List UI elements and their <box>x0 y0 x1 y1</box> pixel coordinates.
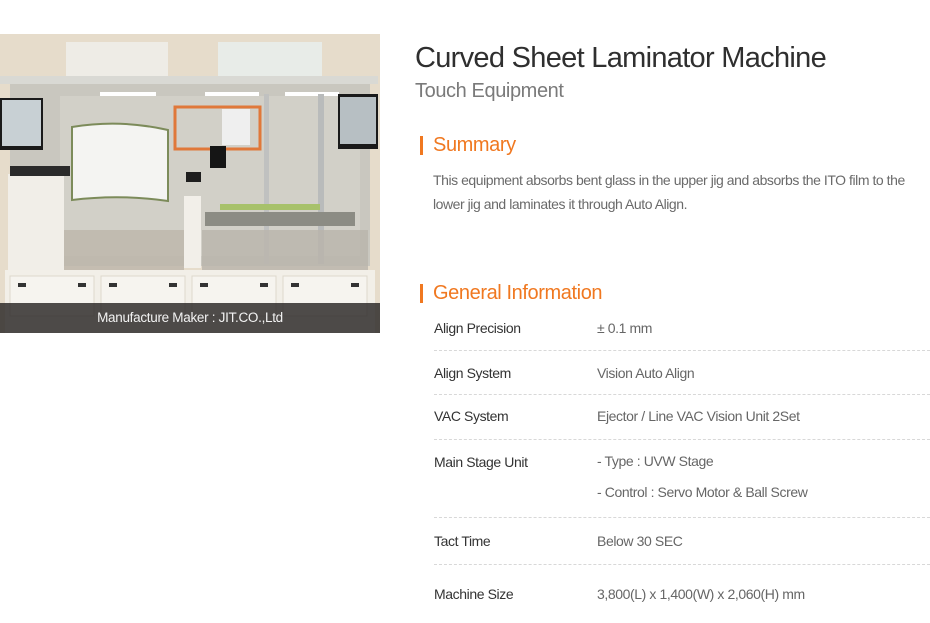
spec-value: Below 30 SEC <box>597 533 683 549</box>
product-category: Touch Equipment <box>415 80 564 102</box>
spec-row-vac-system: VAC System Ejector / Line VAC Vision Uni… <box>434 395 930 440</box>
spec-row-main-stage-unit: Main Stage Unit - Type : UVW Stage - Con… <box>434 440 930 518</box>
spec-label: VAC System <box>434 408 509 424</box>
spec-value: ± 0.1 mm <box>597 320 653 336</box>
manufacturer-caption: Manufacture Maker : JIT.CO.,Ltd <box>0 303 380 333</box>
spec-label: Align Precision <box>434 320 521 336</box>
summary-heading-label: Summary <box>433 133 516 156</box>
spec-label: Main Stage Unit <box>434 454 528 470</box>
general-info-heading: General Information <box>420 281 603 304</box>
summary-text: This equipment absorbs bent glass in the… <box>433 172 905 212</box>
spec-label: Tact Time <box>434 533 491 549</box>
machine-illustration <box>0 34 380 333</box>
spec-value: - Type : UVW Stage <box>597 453 714 469</box>
spec-row-tact-time: Tact Time Below 30 SEC <box>434 518 930 565</box>
spec-label: Align System <box>434 365 511 381</box>
spec-value: Vision Auto Align <box>597 365 695 381</box>
section-marker-icon <box>420 283 423 303</box>
general-info-heading-label: General Information <box>433 281 603 304</box>
spec-row-machine-size: Machine Size 3,800(L) x 1,400(W) x 2,060… <box>434 565 930 609</box>
spec-row-align-precision: Align Precision ± 0.1 mm <box>434 310 930 351</box>
page-title: Curved Sheet Laminator Machine <box>415 42 827 74</box>
spec-row-align-system: Align System Vision Auto Align <box>434 351 930 395</box>
spec-value: 3,800(L) x 1,400(W) x 2,060(H) mm <box>597 586 805 602</box>
spec-value: - Control : Servo Motor & Ball Screw <box>597 484 808 500</box>
product-image: Manufacture Maker : JIT.CO.,Ltd <box>0 34 380 333</box>
spec-label: Machine Size <box>434 586 514 602</box>
spec-value: Ejector / Line VAC Vision Unit 2Set <box>597 408 800 424</box>
spec-table: Align Precision ± 0.1 mm Align System Vi… <box>434 310 930 609</box>
summary-heading: Summary <box>420 134 516 156</box>
section-marker-icon <box>420 135 423 155</box>
